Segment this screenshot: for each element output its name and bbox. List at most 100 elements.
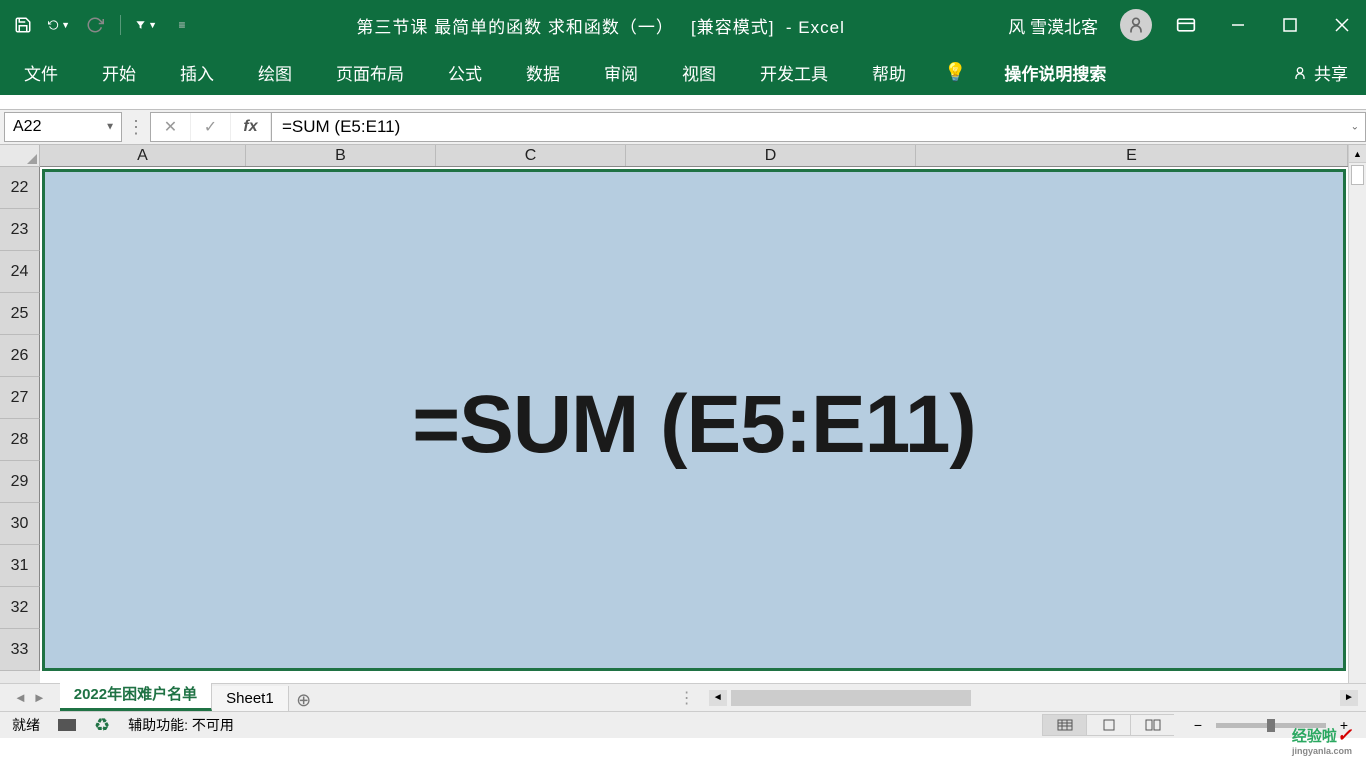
cancel-formula-icon[interactable]: ✕ <box>151 113 191 141</box>
accessibility-status: 辅助功能: 不可用 <box>128 715 234 735</box>
spreadsheet-area: A B C D E 22 23 24 25 26 27 28 29 30 31 … <box>0 145 1366 683</box>
watermark-sub: jingyanla.com <box>1292 746 1352 756</box>
scroll-left-icon[interactable]: ◄ <box>709 690 727 706</box>
big-formula-text: =SUM (E5:E11) <box>40 167 1348 683</box>
tab-file[interactable]: 文件 <box>18 56 64 89</box>
ribbon-display-icon[interactable] <box>1174 13 1198 37</box>
tab-developer[interactable]: 开发工具 <box>754 56 834 89</box>
zoom-out-button[interactable]: − <box>1188 717 1208 733</box>
row-header[interactable]: 25 <box>0 293 40 335</box>
tell-me[interactable]: 操作说明搜索 <box>998 56 1112 89</box>
macro-record-icon[interactable] <box>58 719 76 731</box>
col-header-a[interactable]: A <box>40 145 246 166</box>
avatar[interactable] <box>1120 9 1152 41</box>
col-header-d[interactable]: D <box>626 145 916 166</box>
tab-home[interactable]: 开始 <box>96 56 142 89</box>
minimize-icon[interactable] <box>1226 13 1250 37</box>
undo-icon[interactable]: ▼ <box>48 14 70 36</box>
sheet-nav-next-icon[interactable]: ► <box>33 690 46 705</box>
fx-icon[interactable]: fx <box>231 113 271 141</box>
tab-layout[interactable]: 页面布局 <box>330 56 410 89</box>
status-ready: 就绪 <box>12 715 40 735</box>
tab-help[interactable]: 帮助 <box>866 56 912 89</box>
add-sheet-button[interactable]: ⊕ <box>289 690 319 711</box>
view-page-layout-icon[interactable] <box>1086 714 1130 736</box>
window-controls <box>1174 13 1354 37</box>
row-headers: 22 23 24 25 26 27 28 29 30 31 32 33 <box>0 167 40 683</box>
tab-review[interactable]: 审阅 <box>598 56 644 89</box>
scroll-up-icon[interactable]: ▲ <box>1349 145 1366 163</box>
recycle-icon: ♻ <box>94 715 110 736</box>
accept-formula-icon[interactable]: ✓ <box>191 113 231 141</box>
app-name: - Excel <box>786 18 845 37</box>
row-header[interactable]: 23 <box>0 209 40 251</box>
close-icon[interactable] <box>1330 13 1354 37</box>
sheet-nav-prev-icon[interactable]: ◄ <box>14 690 27 705</box>
row-header[interactable]: 26 <box>0 335 40 377</box>
expand-formula-icon[interactable]: ⌄ <box>1351 122 1359 133</box>
view-page-break-icon[interactable] <box>1130 714 1174 736</box>
share-button[interactable]: 共享 <box>1292 60 1348 85</box>
watermark-text: 经验啦 <box>1292 728 1337 745</box>
caret-down-icon: ▼ <box>148 20 157 30</box>
tab-formulas[interactable]: 公式 <box>442 56 488 89</box>
window-title: 第三节课 最简单的函数 求和函数（一） [兼容模式] - Excel <box>193 13 1008 38</box>
col-header-b[interactable]: B <box>246 145 436 166</box>
formula-bar-buttons: ✕ ✓ fx <box>150 112 271 142</box>
filter-icon[interactable]: ▼ <box>135 14 157 36</box>
maximize-icon[interactable] <box>1278 13 1302 37</box>
formula-input[interactable]: =SUM (E5:E11) ⌄ <box>271 112 1366 142</box>
quick-access-toolbar: ▼ ▼ ≡ <box>12 14 193 36</box>
status-left: 就绪 ♻ 辅助功能: 不可用 <box>12 715 234 736</box>
formula-bar-row: A22 ▼ ⋮ ✕ ✓ fx =SUM (E5:E11) ⌄ <box>0 109 1366 145</box>
name-box-value: A22 <box>13 118 41 136</box>
select-all-corner[interactable] <box>0 145 40 167</box>
qat-customize-icon[interactable]: ≡ <box>171 14 193 36</box>
sheet-tabs-row: ◄ ► 2022年困难户名单 Sheet1 ⊕ ⋮ ◄ ► <box>0 683 1366 711</box>
row-header[interactable]: 33 <box>0 629 40 671</box>
sheet-tab-active[interactable]: 2022年困难户名单 <box>60 679 212 711</box>
grid-body[interactable]: =SUM (E5:E11) <box>40 167 1348 683</box>
formula-bar-grip: ⋮ <box>122 117 150 138</box>
user-name: 风 雪漠北客 <box>1008 13 1098 38</box>
tab-draw[interactable]: 绘图 <box>252 56 298 89</box>
row-header[interactable]: 22 <box>0 167 40 209</box>
watermark: 经验啦✓ jingyanla.com <box>1292 725 1352 756</box>
col-header-c[interactable]: C <box>436 145 626 166</box>
tab-data[interactable]: 数据 <box>520 56 566 89</box>
col-header-e[interactable]: E <box>916 145 1348 166</box>
divider <box>120 15 121 35</box>
row-header[interactable]: 28 <box>0 419 40 461</box>
compat-mode: [兼容模式] <box>691 18 774 37</box>
view-normal-icon[interactable] <box>1042 714 1086 736</box>
save-icon[interactable] <box>12 14 34 36</box>
share-label: 共享 <box>1314 60 1348 85</box>
scroll-right-icon[interactable]: ► <box>1340 690 1358 706</box>
row-header[interactable]: 24 <box>0 251 40 293</box>
ribbon-right: 共享 <box>1292 60 1348 85</box>
row-header[interactable]: 31 <box>0 545 40 587</box>
tab-grip: ⋮ <box>679 688 695 708</box>
formula-text: =SUM (E5:E11) <box>282 117 400 137</box>
sheet-tab[interactable]: Sheet1 <box>212 686 289 711</box>
chevron-down-icon[interactable]: ▼ <box>105 122 115 133</box>
tab-insert[interactable]: 插入 <box>174 56 220 89</box>
horizontal-scrollbar[interactable]: ◄ ► <box>709 690 1358 706</box>
column-headers: A B C D E <box>40 145 1348 167</box>
doc-name: 第三节课 最简单的函数 求和函数（一） <box>356 18 673 37</box>
row-header[interactable]: 27 <box>0 377 40 419</box>
scroll-thumb[interactable] <box>1351 165 1364 185</box>
sheet-tabs: 2022年困难户名单 Sheet1 ⊕ <box>60 684 319 711</box>
zoom-slider-thumb[interactable] <box>1267 719 1275 732</box>
title-right: 风 雪漠北客 <box>1008 9 1354 41</box>
vertical-scrollbar[interactable]: ▲ <box>1348 145 1366 683</box>
row-header[interactable]: 32 <box>0 587 40 629</box>
status-bar: 就绪 ♻ 辅助功能: 不可用 − + <box>0 711 1366 738</box>
tab-view[interactable]: 视图 <box>676 56 722 89</box>
row-header[interactable]: 29 <box>0 461 40 503</box>
title-bar: ▼ ▼ ≡ 第三节课 最简单的函数 求和函数（一） [兼容模式] - Excel… <box>0 0 1366 50</box>
name-box[interactable]: A22 ▼ <box>4 112 122 142</box>
scroll-thumb[interactable] <box>731 690 971 706</box>
row-header[interactable]: 30 <box>0 503 40 545</box>
redo-icon[interactable] <box>84 14 106 36</box>
